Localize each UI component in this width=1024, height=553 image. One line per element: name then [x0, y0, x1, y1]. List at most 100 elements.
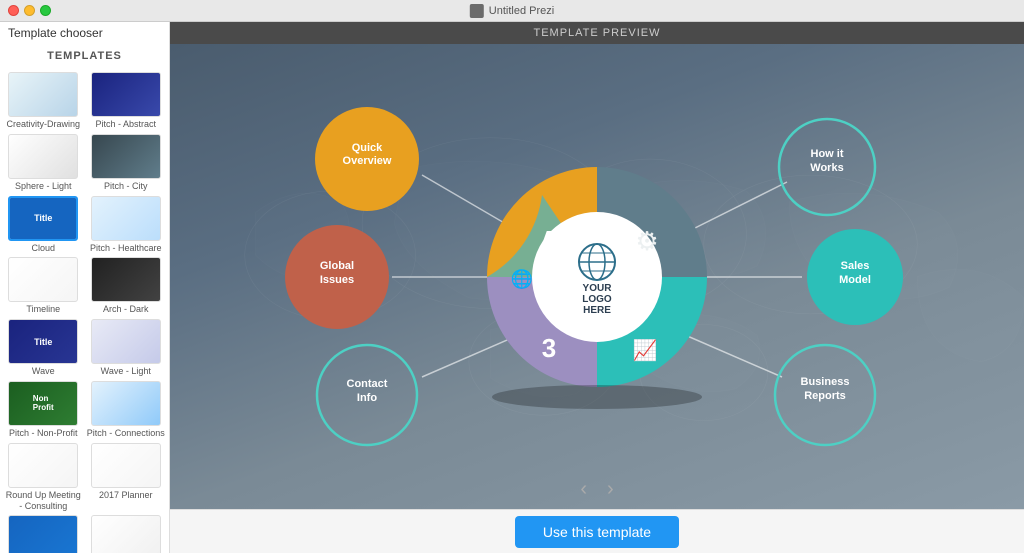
template-item[interactable]: 2017 Planner — [87, 443, 166, 512]
template-label: Wave - Light — [101, 366, 151, 377]
template-thumb-pitch-abstract[interactable] — [91, 72, 161, 117]
template-item[interactable]: Wave - Light — [87, 319, 166, 377]
template-item[interactable]: Sphere Linear - Light — [87, 515, 166, 553]
template-item[interactable]: Title Cloud — [4, 196, 83, 254]
template-item[interactable]: Round Up Meeting - Consulting — [4, 443, 83, 512]
template-label: Sphere - Light — [15, 181, 72, 192]
template-thumb-timeline[interactable] — [8, 257, 78, 302]
bottom-bar: Use this template — [170, 509, 1024, 553]
template-label: 2017 Planner — [99, 490, 153, 501]
window-title-bar: Untitled Prezi — [470, 4, 554, 18]
svg-text:Info: Info — [357, 392, 377, 404]
minimize-button[interactable] — [24, 5, 35, 16]
titlebar: Untitled Prezi — [0, 0, 1024, 22]
svg-text:Quick: Quick — [352, 142, 383, 154]
svg-text:Reports: Reports — [804, 390, 846, 402]
template-label: Creativity-Drawing — [6, 119, 80, 130]
main-layout: Template chooser TEMPLATES Creativity-Dr… — [0, 22, 1024, 553]
template-thumb-sphere-linear[interactable] — [91, 515, 161, 553]
svg-text:LOGO: LOGO — [582, 294, 612, 305]
template-thumb-creativity[interactable] — [8, 72, 78, 117]
template-item[interactable]: Timeline — [4, 257, 83, 315]
thumb-content — [92, 516, 160, 553]
thumb-content: NonProfit — [9, 382, 77, 425]
template-thumb-pitch-healthcare[interactable] — [91, 196, 161, 241]
svg-text:Model: Model — [839, 274, 871, 286]
svg-text:Issues: Issues — [320, 274, 354, 286]
template-label: Pitch - City — [104, 181, 148, 192]
use-template-button[interactable]: Use this template — [515, 516, 679, 548]
thumb-content — [92, 197, 160, 240]
template-label: Pitch - Connections — [87, 428, 165, 439]
svg-text:📈: 📈 — [633, 338, 658, 362]
thumb-content: Title — [10, 198, 76, 239]
svg-text:Works: Works — [810, 162, 843, 174]
presentation-background: YOUR LOGO HERE A ⚙ C 3 📈 🌐 — [170, 44, 1024, 509]
svg-text:C: C — [640, 268, 659, 298]
template-thumb-pitch-city[interactable] — [91, 134, 161, 179]
thumb-content — [9, 516, 77, 553]
template-item[interactable]: Pitch - Abstract — [87, 72, 166, 130]
template-item[interactable]: Around a Topic — [4, 515, 83, 553]
thumb-content — [92, 444, 160, 487]
thumb-content — [9, 444, 77, 487]
diagram-svg: YOUR LOGO HERE A ⚙ C 3 📈 🌐 — [247, 67, 947, 487]
thumb-content — [9, 135, 77, 178]
template-thumb-planner[interactable] — [91, 443, 161, 488]
template-label: Pitch - Abstract — [95, 119, 156, 130]
thumb-content: Title — [9, 320, 77, 363]
template-label: Cloud — [31, 243, 55, 254]
template-thumb-cloud[interactable]: Title — [8, 196, 78, 241]
template-item[interactable]: NonProfit Pitch - Non-Profit — [4, 381, 83, 439]
close-button[interactable] — [8, 5, 19, 16]
thumb-content — [92, 320, 160, 363]
template-label: Wave — [32, 366, 55, 377]
svg-text:A: A — [540, 225, 559, 255]
preview-canvas: YOUR LOGO HERE A ⚙ C 3 📈 🌐 — [170, 44, 1024, 509]
template-thumb-sphere-light[interactable] — [8, 134, 78, 179]
template-item[interactable]: Pitch - City — [87, 134, 166, 192]
template-label: Timeline — [26, 304, 60, 315]
template-item[interactable]: Sphere - Light — [4, 134, 83, 192]
template-label: Round Up Meeting - Consulting — [4, 490, 83, 512]
template-thumb-connections[interactable] — [91, 381, 161, 426]
template-label: Pitch - Healthcare — [90, 243, 162, 254]
template-thumb-nonprofit[interactable]: NonProfit — [8, 381, 78, 426]
template-thumb-roundup[interactable] — [8, 443, 78, 488]
traffic-lights — [8, 5, 51, 16]
window-title-text: Untitled Prezi — [489, 5, 554, 17]
template-thumb-wave[interactable]: Title — [8, 319, 78, 364]
content-area: TEMPLATE PREVIEW — [170, 22, 1024, 553]
svg-text:Global: Global — [320, 260, 354, 272]
thumb-content — [9, 73, 77, 116]
template-item[interactable]: Creativity-Drawing — [4, 72, 83, 130]
template-thumb-around[interactable] — [8, 515, 78, 553]
template-item[interactable]: Pitch - Connections — [87, 381, 166, 439]
template-grid: Creativity-Drawing Pitch - Abstract Sphe… — [0, 68, 169, 553]
templates-section-label: TEMPLATES — [0, 42, 169, 68]
template-label: Arch - Dark — [103, 304, 149, 315]
svg-text:Contact: Contact — [347, 378, 388, 390]
svg-text:Overview: Overview — [343, 155, 392, 167]
sidebar: Template chooser TEMPLATES Creativity-Dr… — [0, 22, 170, 553]
maximize-button[interactable] — [40, 5, 51, 16]
svg-text:Sales: Sales — [841, 260, 870, 272]
thumb-content — [9, 258, 77, 301]
prezi-icon — [470, 4, 484, 18]
svg-text:How it: How it — [811, 148, 844, 160]
svg-text:YOUR: YOUR — [583, 283, 613, 294]
svg-text:🌐: 🌐 — [511, 268, 533, 289]
app-title: Template chooser — [0, 22, 169, 42]
template-thumb-arch-dark[interactable] — [91, 257, 161, 302]
template-item[interactable]: Arch - Dark — [87, 257, 166, 315]
svg-text:3: 3 — [542, 333, 556, 363]
template-item[interactable]: Title Wave — [4, 319, 83, 377]
template-item[interactable]: Pitch - Healthcare — [87, 196, 166, 254]
svg-text:⚙: ⚙ — [635, 226, 658, 256]
template-thumb-wave-light[interactable] — [91, 319, 161, 364]
thumb-content — [92, 73, 160, 116]
svg-text:Business: Business — [801, 376, 850, 388]
thumb-content — [92, 382, 160, 425]
svg-text:HERE: HERE — [583, 305, 611, 316]
preview-header: TEMPLATE PREVIEW — [170, 22, 1024, 44]
